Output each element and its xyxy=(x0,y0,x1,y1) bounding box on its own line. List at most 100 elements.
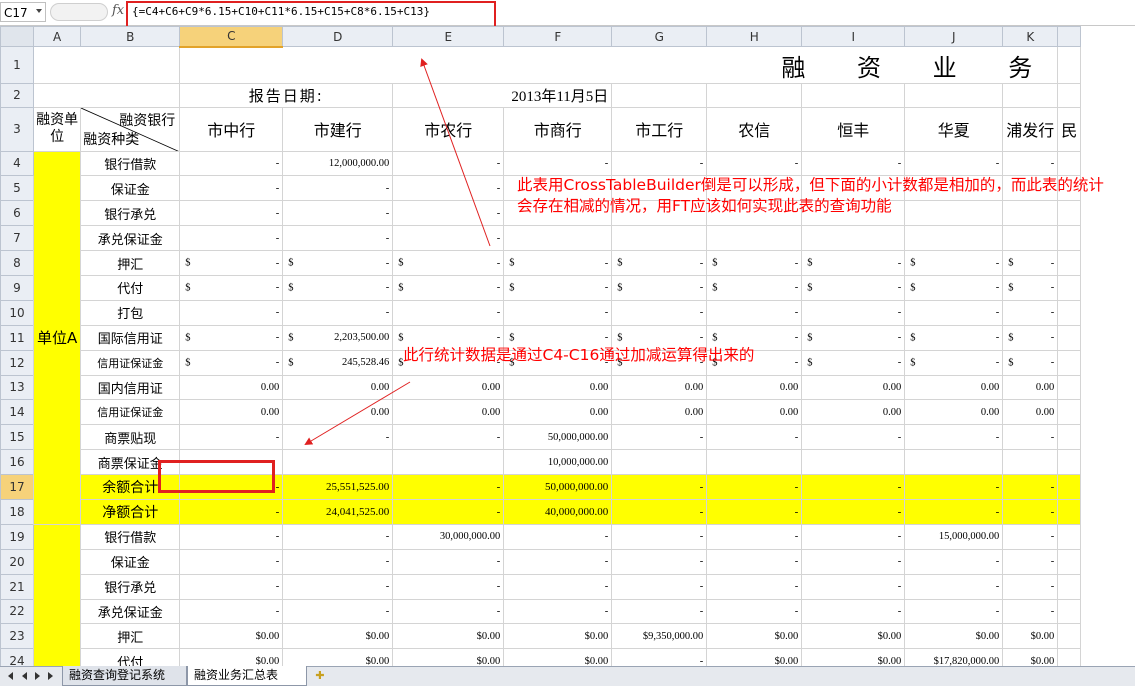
data-cell[interactable] xyxy=(1057,648,1082,666)
row-header[interactable]: 1 xyxy=(0,46,34,84)
data-cell[interactable]: 50,000,000.00 xyxy=(503,424,613,451)
data-cell[interactable]: - xyxy=(503,250,613,276)
data-cell[interactable]: - xyxy=(611,150,708,177)
data-cell[interactable]: - xyxy=(179,474,284,500)
select-all-corner[interactable] xyxy=(0,26,34,47)
data-cell[interactable]: $0.00 xyxy=(801,623,906,650)
data-cell[interactable]: - xyxy=(1002,424,1059,451)
data-cell[interactable]: - xyxy=(282,523,394,550)
data-cell[interactable]: - xyxy=(1002,324,1059,351)
data-cell[interactable]: $0.00 xyxy=(706,648,803,666)
data-cell[interactable]: $0.00 xyxy=(282,648,394,666)
data-cell[interactable]: - xyxy=(179,150,284,177)
row-header[interactable]: 19 xyxy=(0,523,34,550)
data-cell[interactable]: - xyxy=(179,424,284,451)
data-cell[interactable]: - xyxy=(179,598,284,625)
data-cell[interactable]: - xyxy=(503,150,613,177)
data-cell[interactable]: - xyxy=(392,573,505,600)
data-cell[interactable]: - xyxy=(706,474,803,500)
data-cell[interactable]: - xyxy=(1002,349,1059,376)
data-cell[interactable]: $0.00 xyxy=(392,648,505,666)
data-cell[interactable]: - xyxy=(179,523,284,550)
data-cell[interactable]: - xyxy=(392,474,505,500)
row-header[interactable]: 16 xyxy=(0,449,34,476)
data-cell[interactable] xyxy=(1057,598,1082,625)
data-cell[interactable]: - xyxy=(179,324,284,351)
data-cell[interactable] xyxy=(1057,548,1082,575)
data-cell[interactable]: 40,000,000.00 xyxy=(503,498,613,525)
data-cell[interactable]: - xyxy=(706,573,803,600)
data-cell[interactable]: - xyxy=(282,274,394,301)
data-cell[interactable]: - xyxy=(179,225,284,252)
data-cell[interactable]: - xyxy=(282,424,394,451)
data-cell[interactable]: 0.00 xyxy=(1002,374,1059,401)
data-cell[interactable]: - xyxy=(392,498,505,525)
data-cell[interactable]: $0.00 xyxy=(503,623,613,650)
sheet-tab-query[interactable]: 融资查询登记系统 xyxy=(62,666,187,686)
data-cell[interactable]: - xyxy=(611,598,708,625)
data-cell[interactable]: - xyxy=(611,424,708,451)
data-cell[interactable]: - xyxy=(611,250,708,276)
cell[interactable] xyxy=(706,82,803,108)
data-cell[interactable]: $0.00 xyxy=(1002,623,1059,650)
cell[interactable] xyxy=(1002,82,1059,108)
data-cell[interactable]: - xyxy=(706,274,803,301)
data-cell[interactable]: - xyxy=(179,175,284,202)
data-cell[interactable]: - xyxy=(904,250,1004,276)
data-cell[interactable]: - xyxy=(1002,150,1059,177)
data-cell[interactable]: 0.00 xyxy=(392,399,505,426)
data-cell[interactable]: - xyxy=(706,548,803,575)
data-cell[interactable]: - xyxy=(503,274,613,301)
row-header[interactable]: 21 xyxy=(0,573,34,600)
data-cell[interactable]: - xyxy=(706,250,803,276)
data-cell[interactable]: - xyxy=(904,598,1004,625)
data-cell[interactable]: 30,000,000.00 xyxy=(392,523,505,550)
data-cell[interactable]: - xyxy=(503,523,613,550)
chevron-down-icon[interactable] xyxy=(36,9,42,13)
data-cell[interactable] xyxy=(1057,424,1082,451)
data-cell[interactable] xyxy=(1057,150,1082,177)
row-header[interactable]: 15 xyxy=(0,424,34,451)
data-cell[interactable] xyxy=(801,225,906,252)
data-cell[interactable]: 0.00 xyxy=(1002,399,1059,426)
cell[interactable] xyxy=(32,46,181,84)
data-cell[interactable]: $0.00 xyxy=(392,623,505,650)
data-cell[interactable]: - xyxy=(801,573,906,600)
sheet-tab-summary[interactable]: 融资业务汇总表 xyxy=(187,666,307,686)
data-cell[interactable] xyxy=(1002,449,1059,476)
data-cell[interactable]: 0.00 xyxy=(801,399,906,426)
data-cell[interactable]: - xyxy=(179,349,284,376)
data-cell[interactable]: $0.00 xyxy=(179,648,284,666)
row-header[interactable]: 13 xyxy=(0,374,34,401)
data-cell[interactable]: - xyxy=(392,250,505,276)
data-cell[interactable]: 15,000,000.00 xyxy=(904,523,1004,550)
data-cell[interactable] xyxy=(1057,498,1082,525)
first-sheet-icon[interactable] xyxy=(8,672,13,680)
data-cell[interactable]: - xyxy=(904,349,1004,376)
data-cell[interactable]: - xyxy=(179,498,284,525)
data-cell[interactable] xyxy=(706,225,803,252)
data-cell[interactable]: - xyxy=(392,225,505,252)
data-cell[interactable]: - xyxy=(1002,250,1059,276)
data-cell[interactable]: 0.00 xyxy=(503,399,613,426)
data-cell[interactable]: 50,000,000.00 xyxy=(503,474,613,500)
row-header[interactable]: 12 xyxy=(0,349,34,376)
data-cell[interactable] xyxy=(1057,324,1082,351)
column-header[interactable]: A xyxy=(32,26,82,47)
data-cell[interactable]: - xyxy=(904,498,1004,525)
data-cell[interactable]: 0.00 xyxy=(904,374,1004,401)
data-cell[interactable]: 0.00 xyxy=(611,374,708,401)
row-header[interactable]: 22 xyxy=(0,598,34,625)
data-cell[interactable]: 24,041,525.00 xyxy=(282,498,394,525)
data-cell[interactable]: - xyxy=(282,299,394,326)
column-header[interactable]: C xyxy=(179,26,284,48)
data-cell[interactable] xyxy=(1057,225,1082,252)
data-cell[interactable] xyxy=(801,449,906,476)
data-cell[interactable]: - xyxy=(392,274,505,301)
column-header[interactable]: E xyxy=(392,26,505,47)
data-cell[interactable]: - xyxy=(801,548,906,575)
data-cell[interactable] xyxy=(1057,523,1082,550)
data-cell[interactable]: - xyxy=(179,274,284,301)
cell[interactable] xyxy=(1057,82,1082,108)
data-cell[interactable]: - xyxy=(282,598,394,625)
